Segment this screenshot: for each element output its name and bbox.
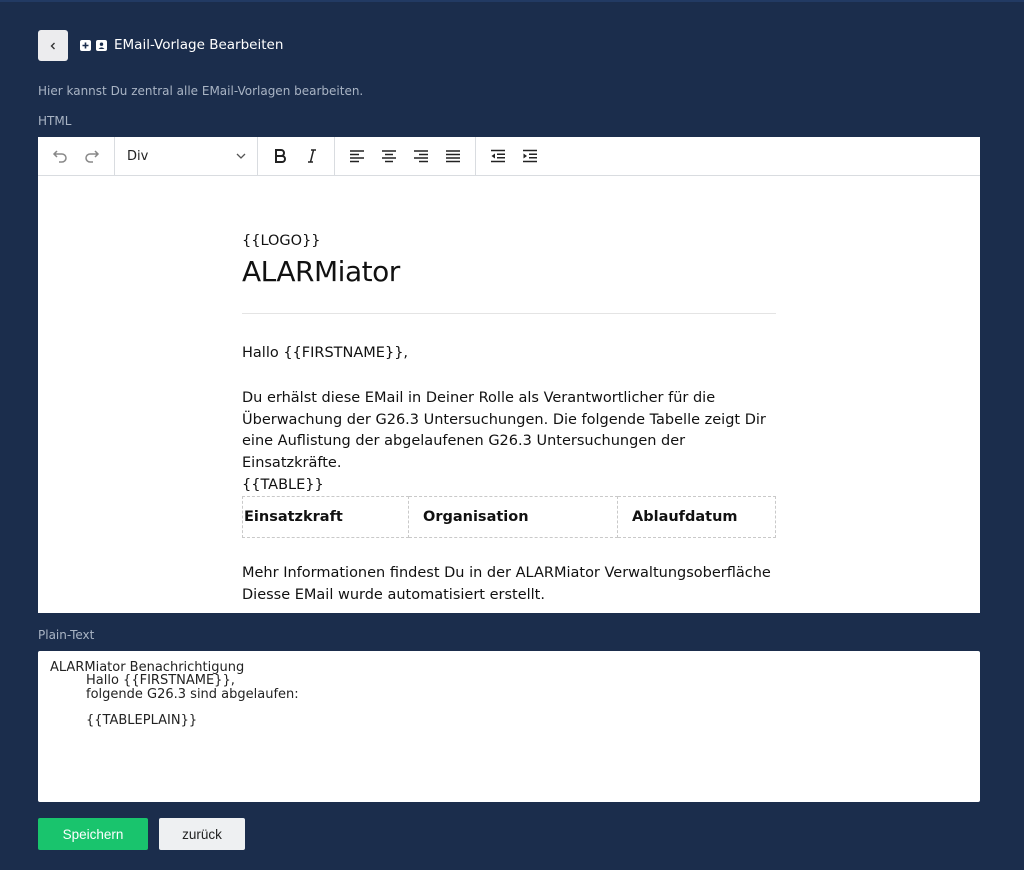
bold-icon xyxy=(275,149,286,163)
plain-text-label: Plain-Text xyxy=(38,628,95,642)
info-line: Diesse EMail wurde automatisiert erstell… xyxy=(242,586,545,603)
align-left-button[interactable] xyxy=(341,142,373,170)
user-card-icon xyxy=(96,39,107,51)
align-right-icon xyxy=(414,150,428,163)
undo-button[interactable] xyxy=(44,142,76,170)
align-group xyxy=(335,137,476,175)
align-center-icon xyxy=(382,150,396,163)
plus-square-icon xyxy=(80,39,91,51)
back-button[interactable]: zurück xyxy=(159,818,245,850)
redo-button[interactable] xyxy=(76,142,108,170)
table-header-cell: Ablaufdatum xyxy=(617,496,776,538)
italic-button[interactable] xyxy=(296,142,328,170)
table-header-cell: Organisation xyxy=(408,496,618,538)
align-right-button[interactable] xyxy=(405,142,437,170)
undo-icon xyxy=(52,150,67,163)
table-placeholder: {{TABLE}} xyxy=(242,477,324,493)
align-left-icon xyxy=(350,150,364,163)
top-border xyxy=(0,0,1024,2)
editor-toolbar: Div xyxy=(38,137,980,176)
table-header-row: Einsatzkraft Organisation Ablaufdatum xyxy=(242,496,776,538)
logo-placeholder: {{LOGO}} xyxy=(242,233,321,249)
align-center-button[interactable] xyxy=(373,142,405,170)
save-button[interactable]: Speichern xyxy=(38,818,148,850)
plain-line: folgende G26.3 sind abgelaufen: xyxy=(86,687,299,702)
greeting-text: Hallo {{FIRSTNAME}}, xyxy=(242,345,409,361)
info-text: Mehr Informationen findest Du in der ALA… xyxy=(242,563,776,606)
plain-line: Hallo {{FIRSTNAME}}, xyxy=(86,673,235,688)
back-icon-button[interactable] xyxy=(38,30,68,61)
body-paragraph: Du erhälst diese EMail in Deiner Rolle a… xyxy=(242,390,766,471)
align-justify-button[interactable] xyxy=(437,142,469,170)
divider xyxy=(242,313,776,314)
chevron-down-icon xyxy=(236,153,246,159)
history-group xyxy=(38,137,115,175)
table-header-cell: Einsatzkraft xyxy=(242,496,409,538)
format-group xyxy=(258,137,335,175)
email-table: Einsatzkraft Organisation Ablaufdatum xyxy=(242,496,776,538)
indent-button[interactable] xyxy=(514,142,546,170)
html-editor[interactable]: Div {{LOGO}} ALARMiator Hallo {{FIRSTNAM… xyxy=(38,137,980,613)
bold-button[interactable] xyxy=(264,142,296,170)
outdent-icon xyxy=(491,149,505,163)
block-format-value: Div xyxy=(127,148,149,164)
page-title-row: EMail-Vorlage Bearbeiten xyxy=(80,36,283,54)
indent-icon xyxy=(523,149,537,163)
redo-icon xyxy=(85,150,100,163)
outdent-button[interactable] xyxy=(482,142,514,170)
italic-icon xyxy=(308,149,316,163)
page-description: Hier kannst Du zentral alle EMail-Vorlag… xyxy=(38,84,364,98)
brand-heading: ALARMiator xyxy=(242,255,400,288)
plain-text-field[interactable]: ALARMiator Benachrichtigung Hallo {{FIRS… xyxy=(38,651,980,802)
plain-line: {{TABLEPLAIN}} xyxy=(86,713,198,728)
indent-group xyxy=(476,137,552,175)
page-title: EMail-Vorlage Bearbeiten xyxy=(114,37,284,53)
align-justify-icon xyxy=(446,150,460,163)
block-format-select[interactable]: Div xyxy=(115,137,258,175)
info-line: Mehr Informationen findest Du in der ALA… xyxy=(242,565,771,581)
chevron-left-icon xyxy=(50,42,55,49)
html-label: HTML xyxy=(38,114,72,128)
